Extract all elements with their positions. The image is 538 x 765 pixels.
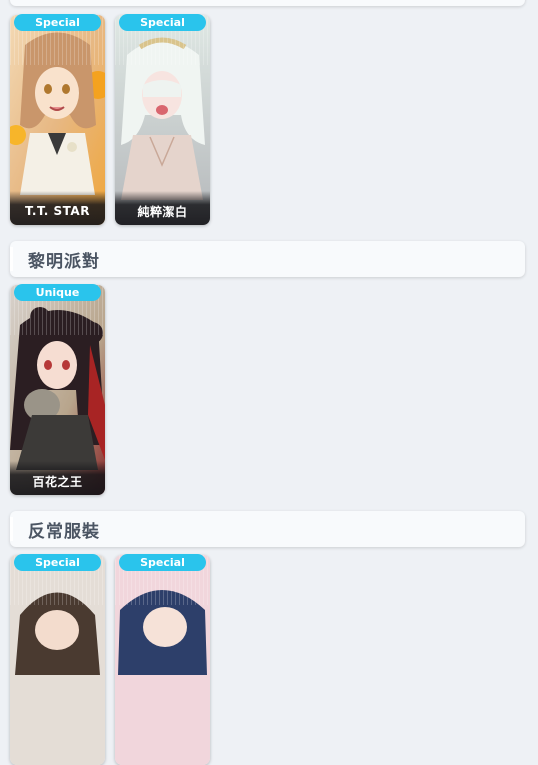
- card-name-bar: 純粹潔白: [115, 191, 210, 225]
- costume-card-pure-white[interactable]: 純粹潔白: [115, 15, 210, 225]
- costume-card-king-of-flowers[interactable]: 百花之王: [10, 285, 105, 495]
- costume-card[interactable]: [115, 555, 210, 765]
- rarity-badge: Special: [119, 554, 206, 571]
- costume-card-tt-star[interactable]: T.T. STAR: [10, 15, 105, 225]
- card-name: T.T. STAR: [25, 204, 90, 218]
- previous-section-header: [10, 0, 525, 6]
- section-header-unusual-outfits: 反常服裝: [10, 511, 525, 547]
- card-name-bar: 百花之王: [10, 461, 105, 495]
- section-header-dawn-party: 黎明派對: [10, 241, 525, 277]
- rarity-badge: Special: [119, 14, 206, 31]
- section-title: 黎明派對: [28, 251, 100, 272]
- costume-card[interactable]: [10, 555, 105, 765]
- rarity-badge: Special: [14, 554, 101, 571]
- card-name: 純粹潔白: [137, 204, 188, 219]
- card-name-bar: T.T. STAR: [10, 191, 105, 225]
- section-title: 反常服裝: [28, 521, 100, 542]
- rarity-badge: Unique: [14, 284, 101, 301]
- rarity-badge: Special: [14, 14, 101, 31]
- card-name: 百花之王: [32, 474, 83, 489]
